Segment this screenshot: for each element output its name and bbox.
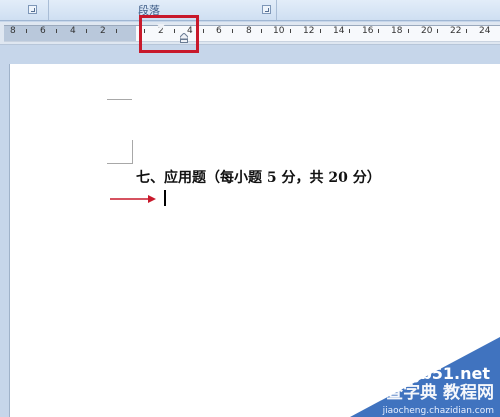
- ruler-label: 24: [479, 26, 491, 36]
- margin-corner-mark: [107, 99, 132, 100]
- watermark-chinese-text: 查字典 教程网: [386, 383, 494, 403]
- ruler-label: 8: [246, 26, 252, 36]
- margin-corner-mark: [107, 163, 132, 164]
- ruler-tick: [116, 29, 117, 33]
- red-arrow-icon: [110, 195, 156, 203]
- ruler-label: 18: [391, 26, 403, 36]
- ruler-tick: [320, 29, 321, 33]
- ruler-label: 22: [450, 26, 462, 36]
- ruler-label: 14: [333, 26, 345, 36]
- ruler-tick: [290, 29, 291, 33]
- site-watermark: jb51.net 查字典 教程网 jiaocheng.chazidian.com: [350, 337, 500, 417]
- ruler-tick: [203, 29, 204, 33]
- ruler-label: 8: [10, 26, 16, 36]
- ruler-tick: [86, 29, 87, 33]
- margin-corner-mark: [132, 140, 133, 164]
- ruler-tick: [437, 29, 438, 33]
- ruler-label: 6: [40, 26, 46, 36]
- ruler-label: 2: [100, 26, 106, 36]
- document-heading[interactable]: 七、应用题（每小题 5 分，共 20 分）: [136, 167, 381, 187]
- ruler-label: 20: [421, 26, 433, 36]
- ruler-tick: [349, 29, 350, 33]
- ruler-tick: [56, 29, 57, 33]
- watermark-url: jiaocheng.chazidian.com: [382, 406, 494, 416]
- ruler-tick: [261, 29, 262, 33]
- ruler-highlight-box: [139, 15, 199, 53]
- dialog-launcher-icon[interactable]: [28, 5, 37, 14]
- ruler-label: 4: [70, 26, 76, 36]
- group-separator: [48, 0, 49, 20]
- group-separator: [276, 0, 277, 20]
- ruler-label: 10: [273, 26, 285, 36]
- paragraph-dialog-launcher-icon[interactable]: [262, 5, 271, 14]
- ruler-tick: [232, 29, 233, 33]
- ruler-tick: [408, 29, 409, 33]
- ruler-tick: [466, 29, 467, 33]
- ruler-tick: [26, 29, 27, 33]
- ribbon-bar: 段落: [0, 0, 500, 21]
- ruler-label: 12: [303, 26, 315, 36]
- ruler-label: 6: [216, 26, 222, 36]
- horizontal-ruler[interactable]: 8 6 4 2 2 4 6 8 10 12 14 16 18 20 22 24: [0, 22, 500, 45]
- text-cursor: [164, 190, 166, 206]
- ruler-label: 16: [362, 26, 374, 36]
- ruler-tick: [378, 29, 379, 33]
